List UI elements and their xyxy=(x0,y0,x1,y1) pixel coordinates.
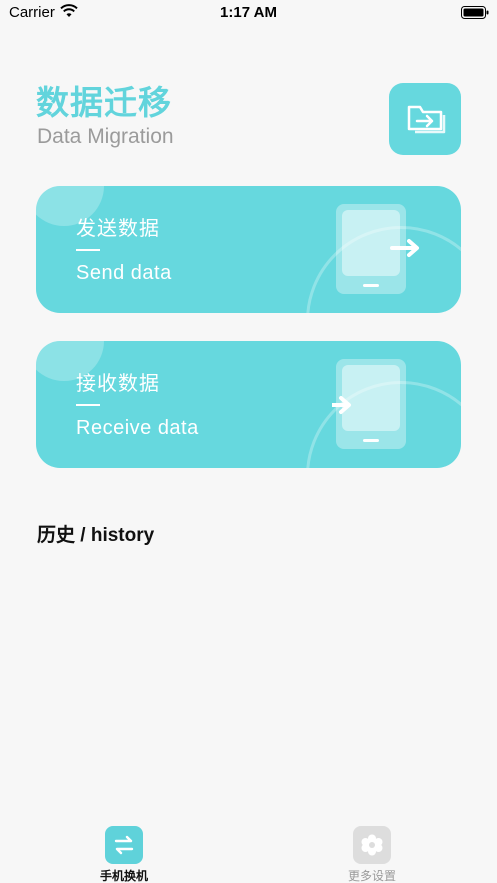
send-data-card[interactable]: 发送数据 Send data xyxy=(36,186,461,313)
card-divider xyxy=(76,404,100,406)
swap-icon-wrapper xyxy=(105,826,143,864)
phone-receive-icon xyxy=(332,359,406,449)
page-subtitle: Data Migration xyxy=(37,125,174,148)
send-title-cn: 发送数据 xyxy=(76,218,160,240)
gear-icon xyxy=(361,834,383,856)
battery-icon xyxy=(461,6,489,19)
page-title: 数据迁移 xyxy=(36,84,172,121)
swap-icon xyxy=(114,835,134,855)
gear-icon-wrapper xyxy=(353,826,391,864)
tab-more-settings[interactable]: 更多设置 xyxy=(332,826,412,883)
receive-data-card[interactable]: 接收数据 Receive data xyxy=(36,341,461,468)
status-bar: Carrier 1:17 AM xyxy=(0,0,497,26)
card-divider xyxy=(76,249,100,251)
folder-transfer-icon xyxy=(407,105,446,134)
tab-phone-migration[interactable]: 手机换机 xyxy=(84,826,164,883)
tab-bar: 手机换机 更多设置 xyxy=(0,820,497,883)
send-title-en: Send data xyxy=(76,262,172,284)
tab-label: 手机换机 xyxy=(99,869,148,883)
tab-label: 更多设置 xyxy=(347,869,396,883)
phone-send-icon xyxy=(336,204,419,294)
receive-title-en: Receive data xyxy=(76,417,199,439)
history-heading: 历史 / history xyxy=(37,525,155,546)
receive-title-cn: 接收数据 xyxy=(76,373,160,395)
folder-button[interactable] xyxy=(389,83,461,155)
status-time: 1:17 AM xyxy=(220,4,277,21)
